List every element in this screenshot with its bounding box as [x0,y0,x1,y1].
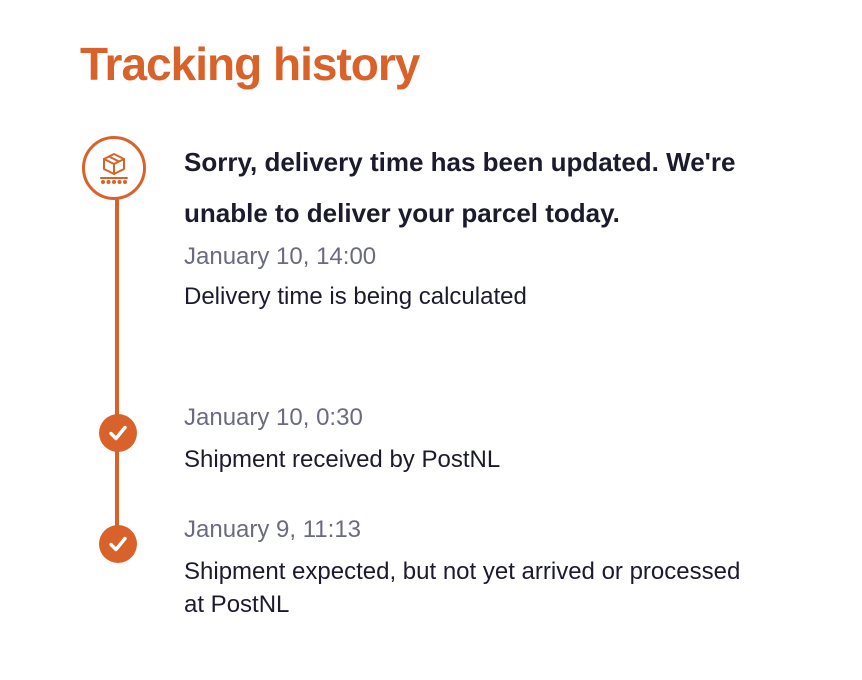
tracking-event: January 9, 11:13 Shipment expected, but … [184,515,784,621]
page-title: Tracking history [80,38,420,90]
tracking-event: January 10, 0:30 Shipment received by Po… [184,403,784,476]
event-description: Delivery time is being calculated [184,283,527,310]
event-date: January 10, 0:30 [184,404,363,431]
timeline-line [115,175,119,545]
event-date: January 9, 11:13 [184,516,362,543]
checkmark-icon [99,414,137,452]
tracking-history-panel: Tracking history Sorry, delivery time ha… [0,0,862,680]
event-headline: Sorry, delivery time has been updated. W… [184,147,736,228]
tracking-event: Sorry, delivery time has been updated. W… [184,137,784,313]
event-description: Shipment expected, but not yet arrived o… [184,558,741,618]
checkmark-icon [99,525,137,563]
parcel-conveyor-icon [82,136,146,200]
event-date: January 10, 14:00 [184,243,377,270]
event-description: Shipment received by PostNL [184,446,501,473]
